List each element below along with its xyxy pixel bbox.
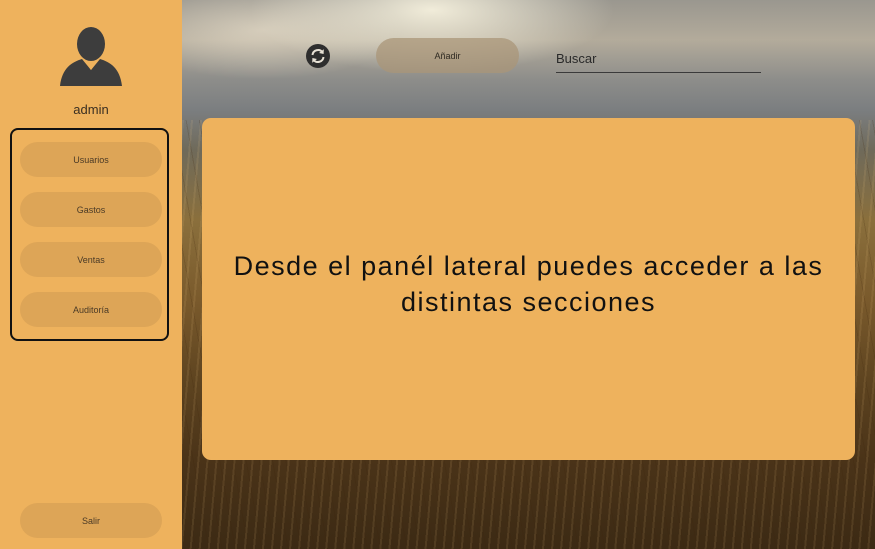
logout-button[interactable]: Salir (20, 503, 162, 538)
info-message: Desde el panél lateral puedes acceder a … (233, 251, 824, 317)
username-label: admin (73, 102, 109, 117)
sidebar: admin Usuarios Gastos Ventas Auditoría S… (0, 0, 182, 549)
info-panel: Desde el panél lateral puedes acceder a … (202, 118, 855, 460)
sidebar-item-ventas[interactable]: Ventas (20, 242, 162, 277)
sidebar-item-usuarios[interactable]: Usuarios (20, 142, 162, 177)
user-icon (60, 24, 122, 86)
refresh-icon[interactable] (306, 44, 330, 68)
search-input[interactable] (556, 44, 761, 73)
add-button[interactable]: Añadir (376, 38, 519, 73)
sidebar-item-gastos[interactable]: Gastos (20, 192, 162, 227)
sidebar-item-auditoria[interactable]: Auditoría (20, 292, 162, 327)
